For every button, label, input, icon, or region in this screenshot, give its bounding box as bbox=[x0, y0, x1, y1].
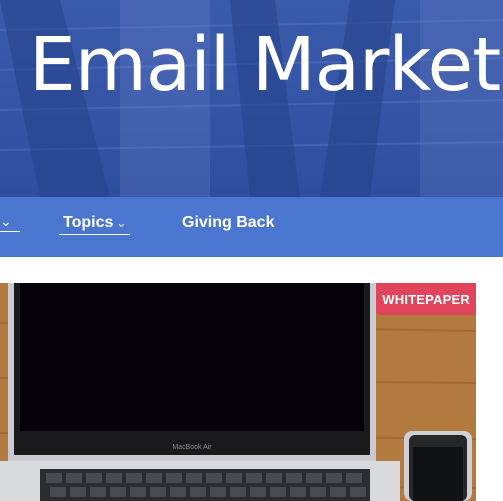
article-card[interactable]: MacBook Air WHITEPAPER bbox=[0, 283, 476, 501]
chevron-down-icon: ⌄ bbox=[0, 213, 12, 229]
chevron-down-icon: ⌄ bbox=[116, 216, 127, 230]
nav-item-label: Topics bbox=[63, 214, 114, 231]
page-title: Email Marketi bbox=[29, 22, 503, 108]
article-thumbnail-image[interactable]: MacBook Air bbox=[0, 283, 476, 501]
main-navigation: ⌄ Topics ⌄ Giving Back bbox=[0, 197, 503, 257]
nav-item-topics[interactable]: Topics ⌄ bbox=[59, 212, 131, 235]
nav-item-giving-back[interactable]: Giving Back bbox=[182, 212, 274, 234]
hero-banner: Email Marketi bbox=[0, 0, 503, 197]
laptop-brand-text: MacBook Air bbox=[172, 444, 212, 451]
category-badge[interactable]: WHITEPAPER bbox=[376, 283, 476, 315]
nav-item-partial[interactable]: ⌄ bbox=[0, 211, 20, 232]
